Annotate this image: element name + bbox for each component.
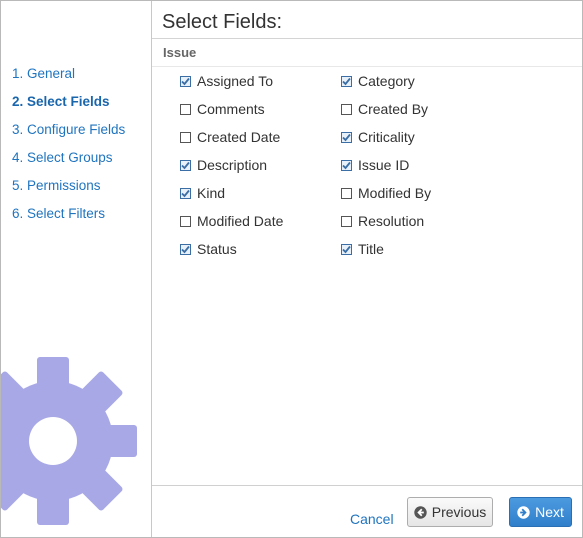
wizard-steps: 1. General 2. Select Fields 3. Configure…	[12, 64, 125, 232]
previous-label: Previous	[431, 504, 487, 520]
section-label: Issue	[163, 45, 197, 60]
field-criticality[interactable]: Criticality	[341, 127, 415, 147]
checkbox[interactable]	[341, 159, 352, 171]
main-panel: Select Fields: Issue Assigned To Comment…	[152, 1, 582, 537]
wizard-window: 1. General 2. Select Fields 3. Configure…	[0, 0, 583, 538]
step-permissions[interactable]: 5. Permissions	[12, 176, 125, 204]
checkbox[interactable]	[180, 159, 191, 171]
field-modified-by[interactable]: Modified By	[341, 183, 431, 203]
previous-button[interactable]: Previous	[407, 497, 493, 527]
field-label: Modified By	[358, 185, 432, 201]
field-label: Description	[197, 157, 268, 173]
field-label: Category	[358, 73, 415, 89]
checkbox[interactable]	[341, 243, 352, 255]
checkbox[interactable]	[180, 187, 191, 199]
checkbox[interactable]	[341, 103, 352, 115]
checkbox[interactable]	[180, 215, 191, 227]
field-modified-date[interactable]: Modified Date	[180, 211, 283, 231]
wizard-footer: Cancel Previous Next	[152, 485, 582, 537]
step-general[interactable]: 1. General	[12, 64, 125, 92]
field-title[interactable]: Title	[341, 239, 384, 259]
step-select-fields[interactable]: 2. Select Fields	[12, 92, 125, 120]
arrow-left-circle-icon	[414, 505, 427, 519]
checkbox[interactable]	[180, 103, 191, 115]
field-assigned-to[interactable]: Assigned To	[180, 71, 273, 91]
checkbox[interactable]	[341, 215, 352, 227]
field-label: Title	[358, 241, 384, 257]
checkbox[interactable]	[341, 131, 352, 143]
field-label: Comments	[197, 101, 265, 117]
field-status[interactable]: Status	[180, 239, 237, 259]
field-category[interactable]: Category	[341, 71, 415, 91]
next-label: Next	[535, 504, 564, 520]
field-label: Created By	[358, 101, 429, 117]
step-select-groups[interactable]: 4. Select Groups	[12, 148, 125, 176]
page-title: Select Fields:	[162, 11, 283, 33]
field-label: Modified Date	[197, 213, 284, 229]
checkbox[interactable]	[180, 243, 191, 255]
step-configure-fields[interactable]: 3. Configure Fields	[12, 120, 125, 148]
field-label: Assigned To	[197, 73, 274, 89]
arrow-right-circle-icon	[517, 505, 530, 519]
checkbox[interactable]	[341, 75, 352, 87]
cancel-link[interactable]: Cancel	[350, 511, 394, 527]
field-comments[interactable]: Comments	[180, 99, 265, 119]
field-created-date[interactable]: Created Date	[180, 127, 280, 147]
field-label: Status	[197, 241, 237, 257]
checkbox[interactable]	[341, 187, 352, 199]
checkbox[interactable]	[180, 75, 191, 87]
field-resolution[interactable]: Resolution	[341, 211, 424, 231]
field-label: Issue ID	[358, 157, 410, 173]
section-header: Issue	[152, 38, 582, 67]
step-select-filters[interactable]: 6. Select Filters	[12, 204, 125, 232]
next-button[interactable]: Next	[509, 497, 572, 527]
field-label: Resolution	[358, 213, 425, 229]
checkbox[interactable]	[180, 131, 191, 143]
field-kind[interactable]: Kind	[180, 183, 225, 203]
field-created-by[interactable]: Created By	[341, 99, 428, 119]
gear-icon	[1, 357, 137, 525]
field-label: Criticality	[358, 129, 415, 145]
field-issue-id[interactable]: Issue ID	[341, 155, 409, 175]
field-label: Created Date	[197, 129, 281, 145]
field-label: Kind	[197, 185, 226, 201]
field-description[interactable]: Description	[180, 155, 267, 175]
wizard-sidebar: 1. General 2. Select Fields 3. Configure…	[1, 1, 152, 537]
